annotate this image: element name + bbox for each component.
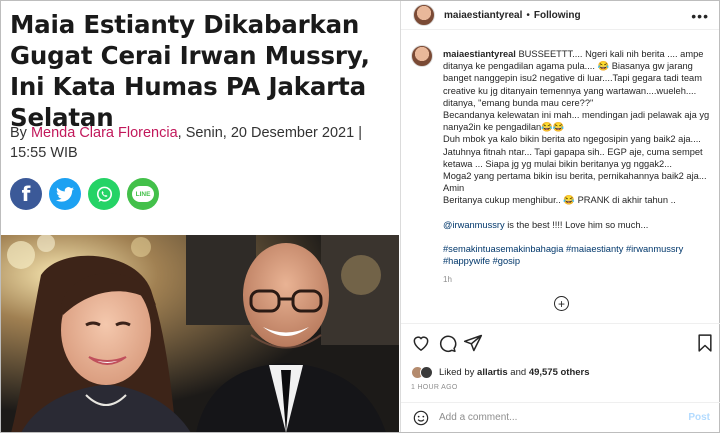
whatsapp-icon bbox=[96, 186, 112, 202]
news-article: Maia Estianty Dikabarkan Gugat Cerai Irw… bbox=[1, 1, 399, 432]
load-more-comments-button[interactable]: + bbox=[554, 296, 569, 311]
post-header: maiaestiantyreal • Following ••• bbox=[401, 1, 719, 30]
bookmark-icon[interactable] bbox=[695, 333, 715, 353]
heart-icon[interactable] bbox=[411, 333, 431, 353]
plus-icon: + bbox=[557, 296, 565, 311]
comment-input[interactable]: Add a comment... bbox=[439, 412, 688, 423]
post-username[interactable]: maiaestiantyreal bbox=[444, 10, 522, 21]
twitter-share-button[interactable] bbox=[49, 178, 81, 210]
caption-username[interactable]: maiaestiantyreal bbox=[443, 49, 516, 59]
comment-icon[interactable] bbox=[437, 333, 457, 353]
likes-and: and bbox=[507, 367, 529, 378]
article-headline: Maia Estianty Dikabarkan Gugat Cerai Irw… bbox=[10, 10, 370, 132]
hashtags[interactable]: #semakintuasemakinbahagia #maiaestianty … bbox=[443, 244, 686, 266]
instagram-post: maiaestiantyreal • Following ••• maiaest… bbox=[400, 1, 720, 432]
separator-dot: • bbox=[526, 9, 530, 21]
whatsapp-share-button[interactable] bbox=[88, 178, 120, 210]
post-actions: Liked by allartis and 49,575 others 1 HO… bbox=[401, 323, 720, 391]
author-link[interactable]: Menda Clara Florencia bbox=[31, 125, 178, 141]
likes-count[interactable]: 49,575 others bbox=[529, 367, 590, 378]
likes-prefix: Liked by bbox=[439, 367, 478, 378]
share-buttons: f LINE bbox=[10, 178, 159, 210]
likes-text: Liked by allartis and 49,575 others bbox=[439, 367, 590, 378]
post-comment-button[interactable]: Post bbox=[688, 412, 710, 423]
likes-user[interactable]: allartis bbox=[477, 367, 508, 378]
caption-avatar[interactable] bbox=[411, 45, 433, 67]
caption-body: maiaestiantyreal BUSSEETTT.... Ngeri kal… bbox=[443, 48, 715, 286]
byline-prefix: By bbox=[10, 125, 31, 141]
following-button[interactable]: Following bbox=[534, 10, 581, 21]
likes-summary: Liked by allartis and 49,575 others bbox=[411, 366, 590, 379]
post-caption: maiaestiantyreal BUSSEETTT.... Ngeri kal… bbox=[411, 45, 713, 291]
article-photo bbox=[1, 235, 399, 432]
facebook-icon: f bbox=[21, 182, 31, 206]
emoji-icon[interactable] bbox=[413, 410, 429, 426]
action-icons bbox=[411, 333, 713, 353]
facebook-share-button[interactable]: f bbox=[10, 178, 42, 210]
mention-link[interactable]: @irwanmussry bbox=[443, 220, 505, 230]
comment-bar: Add a comment... Post bbox=[401, 402, 720, 432]
caption-text: BUSSEETTT.... Ngeri kali nih berita ....… bbox=[443, 49, 710, 206]
line-icon: LINE bbox=[132, 186, 154, 202]
article-byline: By Menda Clara Florencia, Senin, 20 Dese… bbox=[10, 123, 395, 163]
couple-photo-illustration bbox=[1, 235, 399, 432]
mention-text: is the best !!!! Love him so much... bbox=[504, 219, 649, 230]
caption-time: 1h bbox=[443, 274, 452, 284]
more-options-icon[interactable]: ••• bbox=[691, 8, 709, 24]
twitter-icon bbox=[56, 186, 74, 202]
line-share-button[interactable]: LINE bbox=[127, 178, 159, 210]
liker-avatar bbox=[420, 366, 433, 379]
post-timestamp: 1 HOUR AGO bbox=[411, 384, 458, 391]
share-icon[interactable] bbox=[463, 333, 483, 353]
avatar[interactable] bbox=[413, 4, 435, 26]
